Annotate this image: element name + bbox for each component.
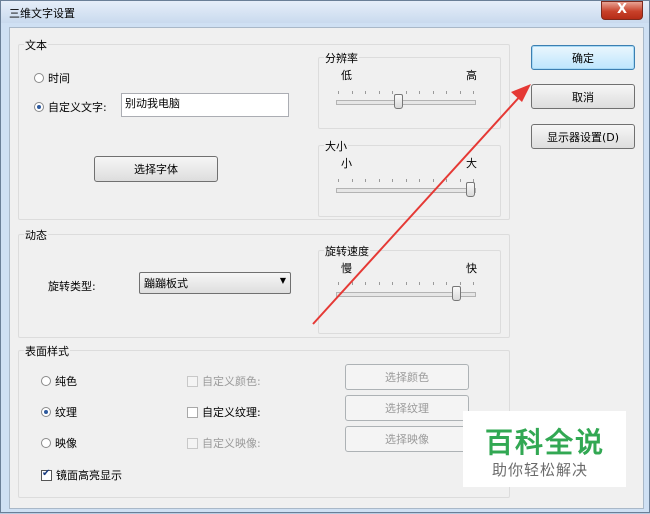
slider-tick — [365, 282, 366, 285]
spin-speed-fast-label: 快 — [466, 262, 477, 275]
size-small-label: 小 — [341, 157, 352, 170]
radio-texture[interactable]: 纹理 — [41, 404, 77, 420]
select-color-button[interactable]: 选择颜色 — [345, 364, 469, 390]
radio-time-label: 时间 — [48, 72, 70, 85]
radio-solid[interactable]: 纯色 — [41, 373, 77, 389]
custom-reflection-label: 自定义映像: — [202, 437, 261, 450]
size-large-label: 大 — [466, 157, 477, 170]
slider-tick — [365, 91, 366, 94]
slider-tick — [473, 91, 474, 94]
resolution-low-label: 低 — [341, 69, 352, 82]
slider-tick — [473, 282, 474, 285]
watermark-slogan: 助你轻松解决 — [492, 461, 589, 479]
slider-tick — [446, 282, 447, 285]
slider-tick — [392, 179, 393, 182]
size-slider-track[interactable] — [336, 188, 476, 193]
cancel-button[interactable]: 取消 — [531, 84, 635, 109]
slider-tick — [406, 91, 407, 94]
display-settings-button[interactable]: 显示器设置(D) — [531, 124, 635, 149]
slider-tick — [433, 91, 434, 94]
specular-checkbox[interactable]: 镜面高亮显示 — [41, 467, 122, 483]
spin-type-value: 蹦蹦板式 — [144, 277, 188, 290]
dialog-window: 三维文字设置 X 文本 时间 自定义文字: 别动我电脑 选择字体 分辨率 低 高… — [0, 0, 650, 513]
title-bar: 三维文字设置 X — [1, 1, 649, 23]
custom-color-checkbox[interactable]: 自定义颜色: — [187, 373, 261, 389]
radio-reflection-dot[interactable] — [41, 438, 51, 448]
radio-custom-text-dot[interactable] — [34, 102, 44, 112]
slider-tick — [419, 91, 420, 94]
specular-label: 镜面高亮显示 — [56, 469, 122, 482]
slider-tick — [406, 282, 407, 285]
radio-solid-dot[interactable] — [41, 376, 51, 386]
size-slider-thumb[interactable] — [466, 182, 475, 197]
spin-speed-title: 旋转速度 — [324, 243, 370, 259]
ok-button[interactable]: 确定 — [531, 45, 635, 70]
slider-tick — [338, 179, 339, 182]
slider-tick — [338, 282, 339, 285]
radio-texture-dot[interactable] — [41, 407, 51, 417]
slider-tick — [460, 282, 461, 285]
slider-tick — [419, 282, 420, 285]
custom-color-label: 自定义颜色: — [202, 375, 261, 388]
slider-tick — [446, 91, 447, 94]
slider-tick — [365, 179, 366, 182]
radio-time-dot[interactable] — [34, 73, 44, 83]
slider-tick — [352, 179, 353, 182]
select-reflection-button[interactable]: 选择映像 — [345, 426, 469, 452]
slider-tick — [433, 179, 434, 182]
slider-tick — [338, 91, 339, 94]
slider-tick — [379, 91, 380, 94]
select-font-button[interactable]: 选择字体 — [94, 156, 218, 182]
custom-texture-label: 自定义纹理: — [202, 406, 261, 419]
motion-group-title: 动态 — [24, 227, 48, 243]
slider-tick — [419, 179, 420, 182]
specular-box[interactable] — [41, 468, 52, 481]
slider-tick — [379, 282, 380, 285]
resolution-title: 分辨率 — [324, 50, 359, 66]
window-title: 三维文字设置 — [9, 7, 75, 20]
watermark-logo: 百科全说 助你轻松解决 — [463, 411, 626, 487]
slider-tick — [433, 282, 434, 285]
radio-reflection-label: 映像 — [55, 437, 77, 450]
slider-tick — [460, 179, 461, 182]
size-ticks — [338, 179, 474, 182]
text-group-title: 文本 — [24, 37, 48, 53]
watermark-brand: 百科全说 — [485, 426, 606, 459]
slider-tick — [392, 91, 393, 94]
spin-speed-slider-thumb[interactable] — [452, 286, 461, 301]
radio-custom-text[interactable]: 自定义文字: — [34, 99, 107, 115]
radio-custom-text-label: 自定义文字: — [48, 101, 107, 114]
custom-text-field[interactable]: 别动我电脑 — [121, 93, 289, 117]
custom-reflection-checkbox[interactable]: 自定义映像: — [187, 435, 261, 451]
radio-solid-label: 纯色 — [55, 375, 77, 388]
resolution-slider-track[interactable] — [336, 100, 476, 105]
close-button[interactable]: X — [601, 1, 643, 20]
custom-texture-box[interactable] — [187, 406, 198, 418]
resolution-slider-thumb[interactable] — [394, 94, 403, 109]
radio-texture-label: 纹理 — [55, 406, 77, 419]
spin-type-select[interactable]: 蹦蹦板式 ▼ — [139, 272, 291, 294]
size-title: 大小 — [324, 138, 348, 154]
spin-speed-slow-label: 慢 — [341, 262, 352, 275]
radio-time[interactable]: 时间 — [34, 70, 70, 86]
custom-reflection-box[interactable] — [187, 437, 198, 449]
slider-tick — [352, 91, 353, 94]
slider-tick — [379, 179, 380, 182]
spin-type-label: 旋转类型: — [48, 280, 96, 293]
spin-speed-ticks — [338, 282, 474, 285]
slider-tick — [392, 282, 393, 285]
slider-tick — [446, 179, 447, 182]
chevron-down-icon: ▼ — [279, 276, 286, 285]
select-texture-button[interactable]: 选择纹理 — [345, 395, 469, 421]
slider-tick — [406, 179, 407, 182]
surface-group-title: 表面样式 — [24, 343, 70, 359]
radio-reflection[interactable]: 映像 — [41, 435, 77, 451]
custom-texture-checkbox[interactable]: 自定义纹理: — [187, 404, 261, 420]
resolution-ticks — [338, 91, 474, 94]
slider-tick — [352, 282, 353, 285]
slider-tick — [460, 91, 461, 94]
resolution-high-label: 高 — [466, 69, 477, 82]
custom-color-box[interactable] — [187, 375, 198, 387]
